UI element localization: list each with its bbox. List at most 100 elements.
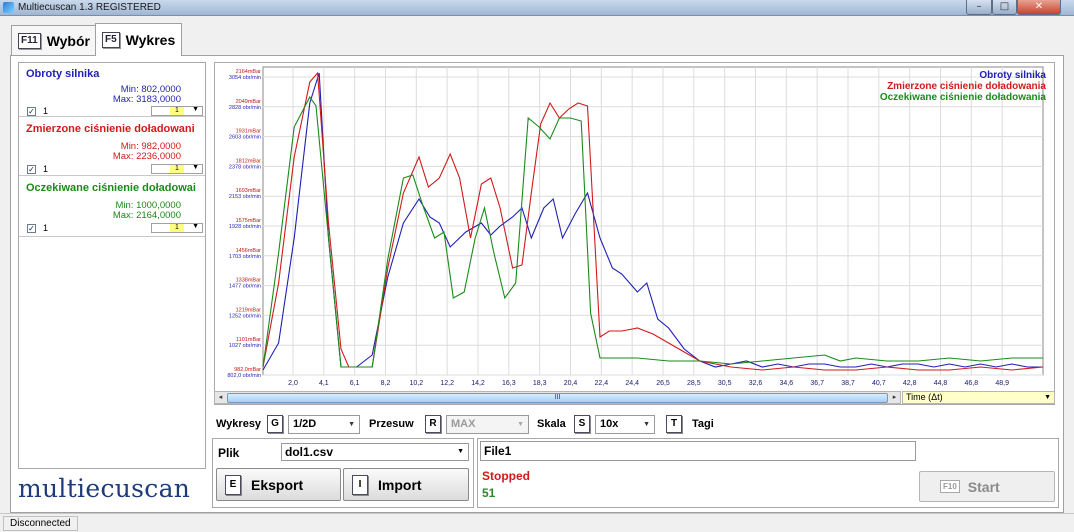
plot-area <box>262 66 1044 376</box>
color-select[interactable]: 1 ▼ <box>151 106 203 116</box>
y-tick-label-rpm: 2828 obr/min <box>229 105 261 111</box>
x-tick-label: 30,5 <box>718 380 732 387</box>
color-swatch: 1 <box>170 224 184 232</box>
tab-wykres-key: F5 <box>102 32 120 48</box>
color-select[interactable]: 1 ▼ <box>151 223 203 233</box>
tab-wykres[interactable]: F5 Wykres <box>95 23 183 56</box>
wykresy-label: Wykresy <box>216 418 262 430</box>
y-tick-label-rpm: 1703 obr/min <box>229 254 261 260</box>
x-tick-label: 12,2 <box>440 380 454 387</box>
y-tick-label-rpm: 2378 obr/min <box>229 164 261 170</box>
x-tick-label: 48,9 <box>995 380 1009 387</box>
start-key: F10 <box>940 480 960 493</box>
scroll-thumb[interactable]: III <box>227 393 888 403</box>
x-tick-label: 18,3 <box>533 380 547 387</box>
signal-list: Obroty silnika Min: 802,0000 Max: 3183,0… <box>18 62 206 469</box>
tab-wybor-key: F11 <box>18 32 41 49</box>
chevron-down-icon: ▼ <box>1044 394 1051 401</box>
x-tick-label: 42,8 <box>903 380 917 387</box>
x-tick-label: 8,2 <box>381 380 391 387</box>
x-tick-label: 10,2 <box>410 380 424 387</box>
signal-checkbox[interactable]: ✓ <box>27 165 36 174</box>
x-tick-label: 24,4 <box>625 380 639 387</box>
wykresy-key: G <box>267 415 283 433</box>
chevron-down-icon: ▼ <box>348 421 355 428</box>
x-tick-label: 26,5 <box>656 380 670 387</box>
chevron-down-icon: ▼ <box>192 164 199 171</box>
x-tick-label: 20,4 <box>564 380 578 387</box>
przesuw-select[interactable]: MAX ▼ <box>446 415 529 434</box>
y-tick-label-rpm: 2603 obr/min <box>229 135 261 141</box>
plik-value: dol1.csv <box>285 445 334 459</box>
chart-svg: 2,0 4,1 6,1 8,2 10,2 12,2 14,2 16,3 18,3 20,4 22,4… <box>227 66 1044 387</box>
x-tick-label: 44,8 <box>934 380 948 387</box>
signal-item-expected-boost[interactable]: Oczekiwane ciśnienie doładowai Min: 1000… <box>19 177 205 237</box>
signal-max: Max: 2236,0000 <box>112 151 181 162</box>
x-tick-label: 16,3 <box>502 380 516 387</box>
signal-item-rpm[interactable]: Obroty silnika Min: 802,0000 Max: 3183,0… <box>19 63 205 117</box>
import-button[interactable]: I Import <box>343 468 469 501</box>
window-title: Multiecuscan 1.3 REGISTERED <box>18 2 161 13</box>
x-tick-label: 38,7 <box>841 380 855 387</box>
scroll-right-icon[interactable]: ▸ <box>889 392 900 403</box>
x-tick-label: 2,0 <box>288 380 298 387</box>
y-tick-label-rpm: 802,0 obr/min <box>227 373 261 379</box>
plik-select[interactable]: dol1.csv ▼ <box>281 443 469 461</box>
chevron-down-icon: ▼ <box>517 421 524 428</box>
time-axis-value: Time (Δt) <box>906 392 943 402</box>
start-label: Start <box>967 478 1000 495</box>
y-tick-label-rpm: 1928 obr/min <box>229 224 261 230</box>
tagi-key[interactable]: T <box>666 415 682 433</box>
chevron-down-icon: ▼ <box>192 223 199 230</box>
file-name-field[interactable]: File1 <box>480 441 916 461</box>
signal-checkbox[interactable]: ✓ <box>27 107 36 116</box>
scroll-left-icon[interactable]: ◂ <box>215 392 226 403</box>
legend-item-rpm: Obroty silnika <box>979 70 1046 81</box>
y-tick-label-rpm: 2153 obr/min <box>229 194 261 200</box>
color-select[interactable]: 1 ▼ <box>151 164 203 174</box>
start-button[interactable]: F10 Start <box>919 471 1055 502</box>
signal-index: 1 <box>43 164 49 174</box>
eksport-button[interactable]: E Eksport <box>216 468 341 501</box>
chart-scrollbar[interactable]: ◂ III ▸ <box>214 391 901 404</box>
sample-count: 51 <box>482 486 496 500</box>
x-tick-label: 14,2 <box>471 380 485 387</box>
x-tick-label: 32,6 <box>749 380 763 387</box>
chevron-down-icon: ▼ <box>457 448 464 455</box>
time-axis-select[interactable]: Time (Δt) ▼ <box>902 391 1055 404</box>
import-key: I <box>352 474 368 495</box>
signal-name: Oczekiwane ciśnienie doładowai <box>26 182 196 194</box>
wykresy-select[interactable]: 1/2D ▼ <box>288 415 360 434</box>
signal-checkbox[interactable]: ✓ <box>27 224 36 233</box>
x-tick-label: 36,7 <box>810 380 824 387</box>
signal-max: Max: 3183,0000 <box>112 94 181 105</box>
skala-key: S <box>574 415 590 433</box>
minimize-button[interactable]: – <box>966 0 992 15</box>
legend-item-expected-boost: Oczekiwane ciśnienie doładowania <box>879 92 1046 103</box>
przesuw-key: R <box>425 415 441 433</box>
maximize-button[interactable]: □ <box>992 0 1017 15</box>
x-tick-label: 46,8 <box>965 380 979 387</box>
przesuw-label: Przesuw <box>369 418 414 430</box>
close-button[interactable]: ✕ <box>1017 0 1061 15</box>
chevron-down-icon: ▼ <box>192 106 199 113</box>
tab-wykres-label: Wykres <box>125 32 176 48</box>
x-tick-label: 28,5 <box>687 380 701 387</box>
logo: multiecuscan <box>18 474 191 503</box>
chart-legend: Obroty silnika Zmierzone ciśnienie doład… <box>880 70 1046 103</box>
przesuw-value: MAX <box>451 418 476 430</box>
x-tick-label: 6,1 <box>350 380 360 387</box>
x-tick-label: 40,7 <box>872 380 886 387</box>
skala-select[interactable]: 10x ▼ <box>595 415 655 434</box>
x-tick-label: 4,1 <box>319 380 329 387</box>
color-swatch: 1 <box>170 165 184 173</box>
eksport-label: Eksport <box>251 476 304 493</box>
tab-wybor-label: Wybór <box>46 32 90 49</box>
signal-item-measured-boost[interactable]: Zmierzone ciśnienie doładowani Min: 982,… <box>19 118 205 176</box>
tab-wybor[interactable]: F11 Wybór <box>11 25 97 55</box>
wykresy-value: 1/2D <box>293 418 317 430</box>
signal-name: Obroty silnika <box>26 68 100 80</box>
skala-value: 10x <box>600 418 619 430</box>
tagi-label[interactable]: Tagi <box>692 418 714 430</box>
chart-area[interactable]: 2,0 4,1 6,1 8,2 10,2 12,2 14,2 16,3 18,3 20,4 22,4… <box>214 62 1055 405</box>
